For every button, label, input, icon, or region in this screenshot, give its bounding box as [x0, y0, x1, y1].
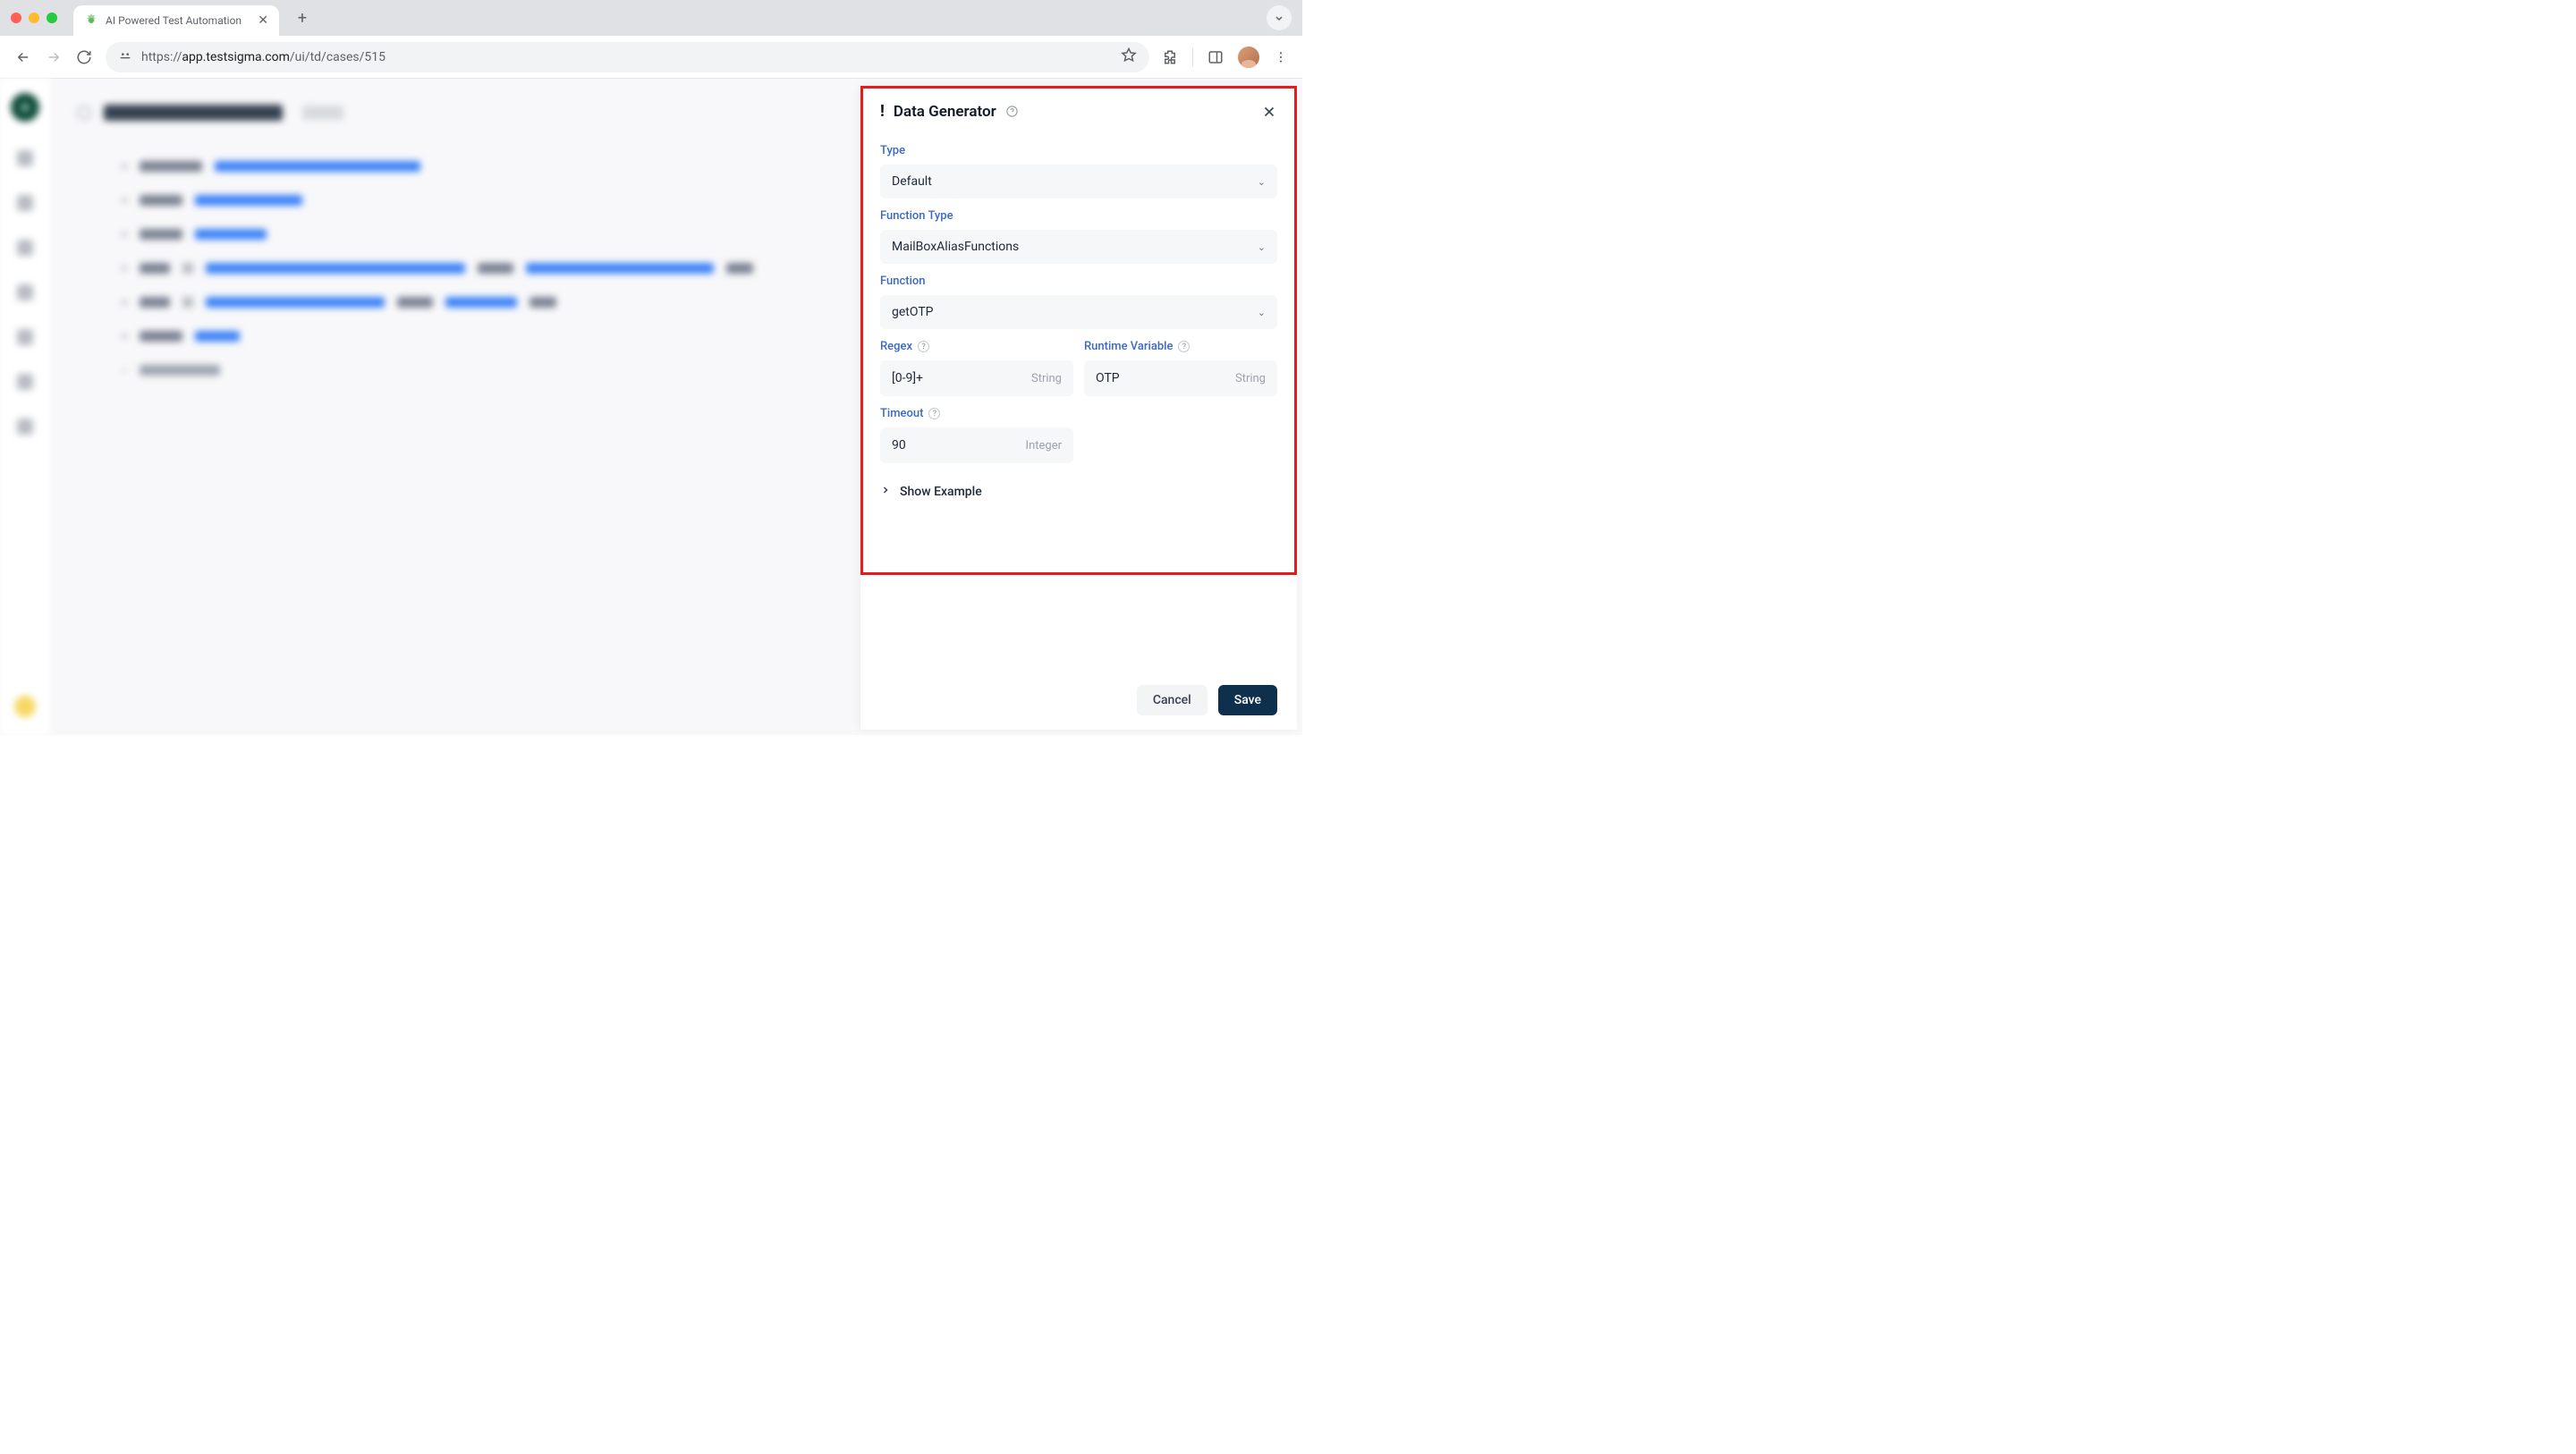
- profile-avatar[interactable]: [1238, 46, 1259, 68]
- left-rail: ✦: [0, 79, 50, 735]
- tab-close-icon[interactable]: ✕: [258, 13, 268, 28]
- function-select[interactable]: getOTP ⌄: [880, 295, 1277, 329]
- rail-icon[interactable]: [17, 195, 33, 211]
- panel-body: Type Default ⌄ Function Type MailBoxAlia…: [860, 130, 1297, 671]
- save-button[interactable]: Save: [1218, 685, 1277, 715]
- timeout-label: Timeout ?: [880, 407, 1073, 420]
- timeout-type-suffix: Integer: [1026, 439, 1062, 452]
- traffic-lights: [11, 13, 57, 23]
- help-icon[interactable]: ?: [1178, 341, 1190, 352]
- close-icon[interactable]: [1261, 104, 1277, 120]
- function-value: getOTP: [892, 305, 934, 319]
- rail-icon[interactable]: [17, 240, 33, 256]
- runtime-variable-type-suffix: String: [1235, 372, 1266, 385]
- data-generator-panel: ! Data Generator Type Default ⌄ Function…: [860, 86, 1297, 730]
- tab-title: AI Powered Test Automation: [106, 14, 242, 27]
- help-icon[interactable]: ?: [928, 408, 940, 419]
- window-maximize-button[interactable]: [47, 13, 57, 23]
- runtime-variable-field[interactable]: [1096, 371, 1215, 385]
- forward-button[interactable]: [45, 48, 63, 66]
- function-type-label: Function Type: [880, 209, 1277, 223]
- show-example-toggle[interactable]: Show Example: [880, 485, 1277, 499]
- chrome-actions: [1162, 46, 1288, 68]
- help-icon[interactable]: ?: [918, 341, 929, 352]
- panel-header: ! Data Generator: [860, 86, 1297, 130]
- new-tab-button[interactable]: +: [290, 5, 315, 30]
- chevron-down-icon: ⌄: [1258, 241, 1266, 253]
- rail-bottom-icon[interactable]: [14, 696, 36, 717]
- back-button[interactable]: [14, 48, 32, 66]
- panel-title: Data Generator: [894, 103, 996, 121]
- regex-field[interactable]: [892, 371, 1011, 385]
- url-text: https://app.testsigma.com/ui/td/cases/51…: [141, 50, 386, 64]
- function-type-select[interactable]: MailBoxAliasFunctions ⌄: [880, 230, 1277, 264]
- type-select[interactable]: Default ⌄: [880, 165, 1277, 199]
- content-area: ✦: [0, 79, 1302, 735]
- extensions-icon[interactable]: [1162, 49, 1178, 65]
- runtime-variable-label: Runtime Variable ?: [1084, 340, 1277, 353]
- address-bar: https://app.testsigma.com/ui/td/cases/51…: [0, 36, 1302, 79]
- tab-favicon-icon: [84, 13, 98, 28]
- rail-icon[interactable]: [17, 418, 33, 435]
- type-value: Default: [892, 174, 932, 189]
- cancel-button[interactable]: Cancel: [1137, 685, 1208, 715]
- menu-icon[interactable]: [1274, 50, 1288, 64]
- rail-icon[interactable]: [17, 284, 33, 300]
- help-icon[interactable]: [1005, 105, 1019, 118]
- rail-icon[interactable]: [17, 374, 33, 390]
- tab-overflow-button[interactable]: [1267, 5, 1292, 30]
- window-close-button[interactable]: [11, 13, 21, 23]
- side-panel-icon[interactable]: [1208, 49, 1224, 65]
- rail-icon[interactable]: [17, 329, 33, 345]
- regex-label: Regex ?: [880, 340, 1073, 353]
- browser-tab[interactable]: AI Powered Test Automation ✕: [73, 5, 279, 36]
- site-info-icon[interactable]: [118, 48, 132, 65]
- type-label: Type: [880, 144, 1277, 157]
- rail-icon[interactable]: [17, 150, 33, 166]
- chevron-right-icon: [880, 485, 891, 499]
- chevron-down-icon: ⌄: [1258, 176, 1266, 188]
- function-label: Function: [880, 275, 1277, 288]
- bookmark-icon[interactable]: [1121, 47, 1137, 67]
- reload-button[interactable]: [75, 48, 93, 66]
- url-bar[interactable]: https://app.testsigma.com/ui/td/cases/51…: [106, 42, 1149, 72]
- show-example-label: Show Example: [900, 485, 982, 499]
- tab-bar: AI Powered Test Automation ✕ +: [0, 0, 1302, 36]
- browser-chrome: AI Powered Test Automation ✕ + https://a…: [0, 0, 1302, 79]
- window-minimize-button[interactable]: [29, 13, 39, 23]
- runtime-variable-input[interactable]: String: [1084, 360, 1277, 396]
- timeout-input[interactable]: Integer: [880, 427, 1073, 463]
- app-logo-icon[interactable]: ✦: [11, 93, 39, 122]
- timeout-field[interactable]: [892, 438, 1011, 452]
- regex-type-suffix: String: [1031, 372, 1062, 385]
- exclamation-icon: !: [880, 102, 885, 121]
- function-type-value: MailBoxAliasFunctions: [892, 240, 1019, 254]
- panel-footer: Cancel Save: [860, 671, 1297, 730]
- chevron-down-icon: ⌄: [1258, 307, 1266, 318]
- regex-input[interactable]: String: [880, 360, 1073, 396]
